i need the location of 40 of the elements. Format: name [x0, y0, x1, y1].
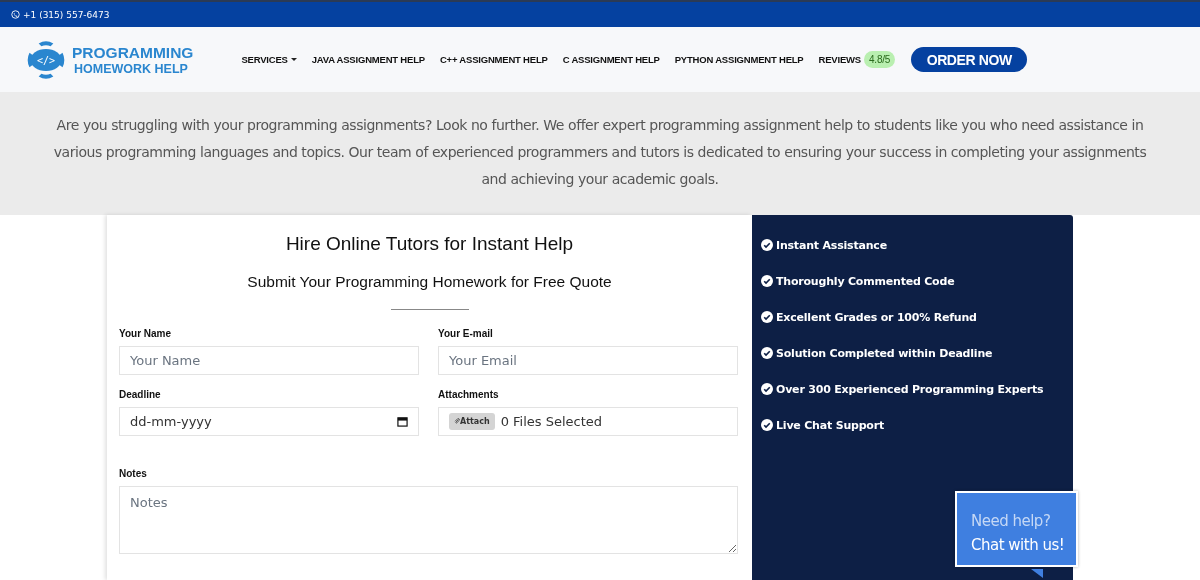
nav-dropdown[interactable]: SERVICES — [241, 54, 297, 65]
calendar-icon[interactable] — [397, 416, 408, 427]
nav-link[interactable]: REVIEWS 4.8/5 — [818, 51, 896, 68]
order-now-button[interactable]: ORDER NOW — [911, 47, 1028, 72]
check-circle-icon — [761, 347, 773, 359]
check-circle-icon — [761, 239, 773, 251]
check-circle-icon — [761, 419, 773, 431]
intro-paragraph: Are you struggling with your programming assignments? Look no further. We offer expert programming assignment help to students like you who need assistance in various programming languages and topics. Our team of experienced programmers and tutors is dedicated to ensuring your success in completing your assignments and achieving your academic goals. — [52, 116, 1148, 189]
field-label: Your Name — [119, 328, 173, 339]
field-label: Attachments — [438, 389, 500, 400]
logo-subtext: HOMEWORK HELP — [74, 61, 189, 76]
nav-link[interactable]: JAVA ASSIGNMENT HELP — [311, 54, 425, 65]
check-circle-icon — [761, 383, 773, 395]
field-label: Your E-mail — [438, 328, 494, 339]
benefit-text: Solution Completed within Deadline — [776, 346, 993, 360]
nav-link[interactable]: C ASSIGNMENT HELP — [562, 54, 660, 65]
benefit-text: Thoroughly Commented Code — [776, 274, 955, 288]
form-title: Hire Online Tutors for Instant Help — [284, 233, 575, 255]
notes-field[interactable]: Notes — [119, 486, 738, 554]
logo-text: PROGRAMMING — [72, 43, 194, 62]
text-field[interactable]: Your Email — [438, 346, 738, 375]
text-field[interactable]: Your Name — [119, 346, 419, 375]
check-circle-icon — [761, 275, 773, 287]
field-label: Deadline — [119, 389, 162, 400]
date-field[interactable]: dd-mm-yyyy — [119, 407, 419, 436]
field-label: Notes — [119, 468, 148, 479]
nav-link[interactable]: PYTHON ASSIGNMENT HELP — [674, 54, 804, 65]
benefit-text: Excellent Grades or 100% Refund — [776, 310, 977, 324]
logo-mark: </> — [36, 54, 56, 66]
attach-button[interactable]: Attach — [449, 413, 495, 430]
nav-link[interactable]: C++ ASSIGNMENT HELP — [439, 54, 548, 65]
benefit-text: Live Chat Support — [776, 418, 884, 432]
form-subtitle: Submit Your Programming Homework for Free Quote — [246, 273, 613, 291]
benefit-text: Over 300 Experienced Programming Experts — [776, 382, 1044, 396]
rating-badge: 4.8/5 — [863, 51, 896, 68]
check-circle-icon — [761, 311, 773, 323]
benefit-text: Instant Assistance — [776, 238, 887, 252]
caret-icon — [290, 58, 297, 61]
file-status: 0 Files Selected — [500, 414, 603, 429]
phone-number[interactable]: +1 (315) 557-6473 — [23, 9, 110, 20]
